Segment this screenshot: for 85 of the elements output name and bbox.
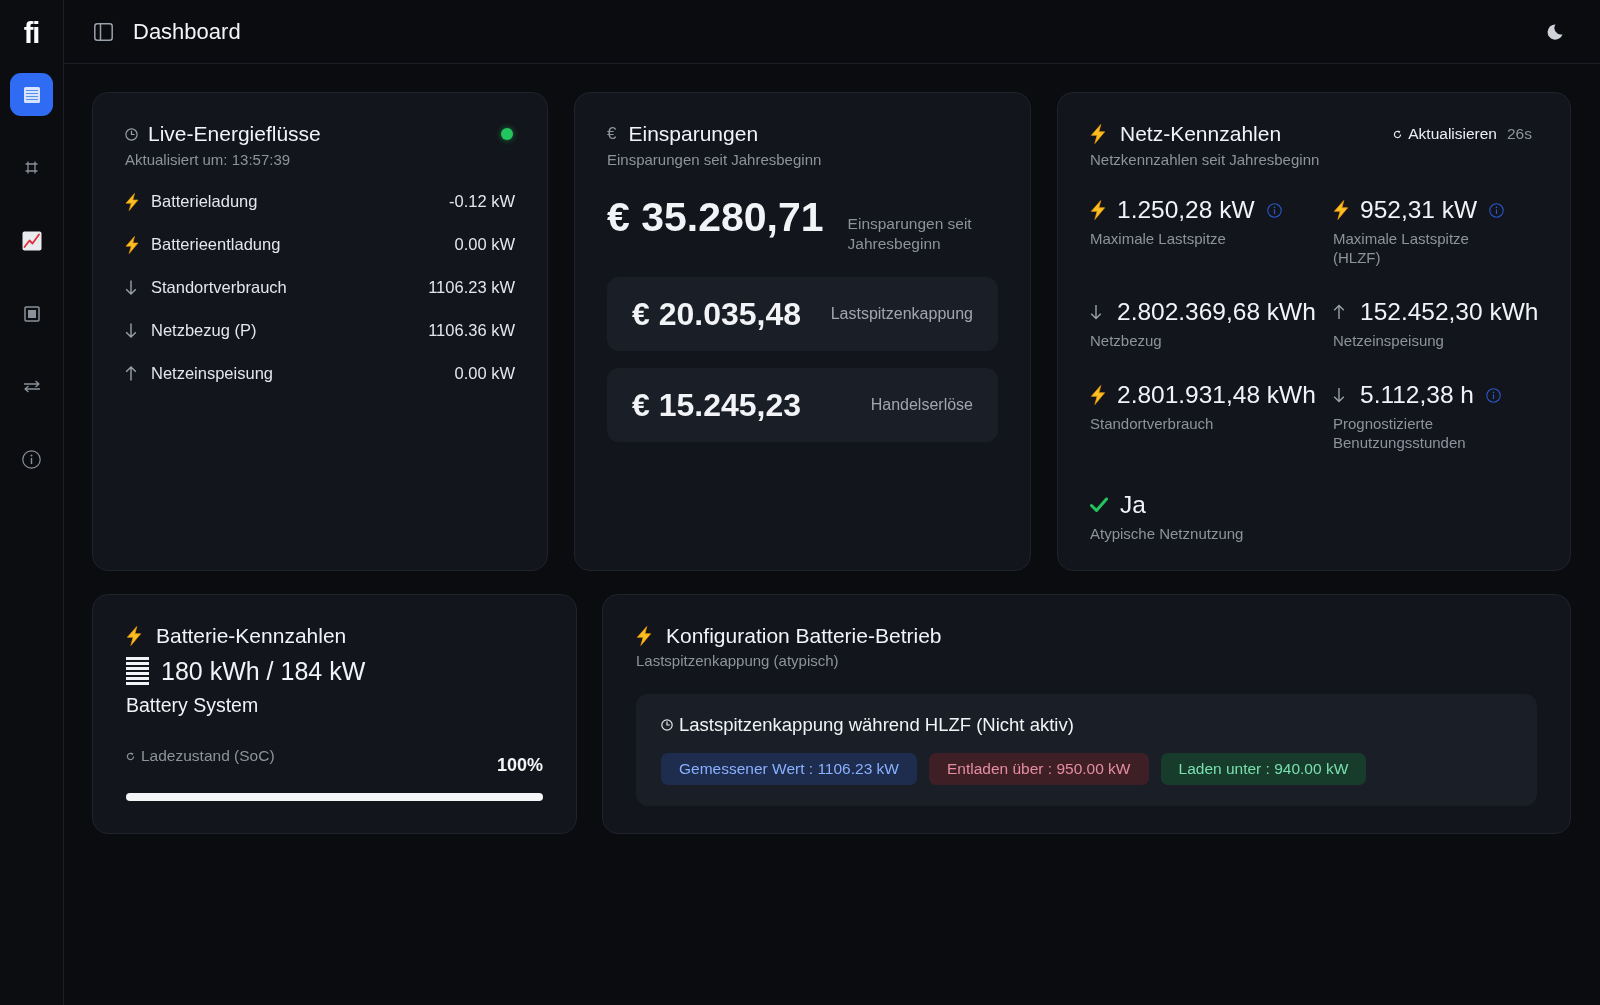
card-title: Live-Energieflüsse [148,121,321,147]
list-icon [22,85,41,104]
refresh-icon [126,751,135,761]
card-subtitle: Aktualisiert um: 13:57:39 [125,150,292,170]
lightning-icon [126,626,142,646]
clock-icon [661,719,673,731]
lightning-icon [1090,200,1106,220]
card-title: Netz-Kennzahlen [1120,121,1282,147]
metric-label: Standortverbrauch [1090,414,1215,433]
countdown-text: 26s [1507,125,1532,143]
soc-label: Ladezustand (SoC) [141,746,275,766]
savings-total: € 35.280,71 [607,193,824,241]
card-subtitle: Einsparungen seit Jahresbeginn [607,150,823,170]
sidebar-toggle-button[interactable] [94,22,113,41]
nav-item[interactable] [10,73,53,116]
arrow-up-icon [1333,304,1345,320]
chart-icon [21,230,42,251]
flow-label: Batterieentladung [151,235,281,254]
metric-value: 1.250,28 kW [1117,195,1255,225]
threshold-tag: Entladen über : 950.00 kW [928,753,1149,785]
metric-value: Ja [1120,490,1146,520]
soc-reading: 100% [496,754,543,776]
info-icon[interactable] [1486,387,1501,403]
card-subtitle: Netzkennzahlen seit Jahresbeginn [1090,150,1321,170]
savings-label: Lastspitzenkappung [830,305,973,323]
theme-toggle-button[interactable] [1546,23,1563,40]
flow-value: 1106.23 kW [428,278,515,297]
savings-amount: € 15.245,23 [632,386,802,424]
lightning-icon [1090,385,1106,405]
metric-label: Netzbezug [1090,331,1163,350]
card-title: Batterie-Kennzahlen [156,623,347,649]
info-icon[interactable] [1489,202,1505,218]
rule-title: Lastspitzenkappung während HLZF (Nicht aktiv) [679,714,1074,736]
metric-label: Atypische Netznutzung [1090,524,1245,543]
lightning-icon [1333,200,1349,220]
info-icon [22,450,41,469]
battery-system-name: Battery System [126,693,260,717]
flow-value: 0.00 kW [454,235,515,254]
arrow-down-icon [1090,304,1102,320]
refresh-icon [1393,129,1403,139]
lightning-icon [125,235,139,254]
card-title: Einsparungen [628,121,759,147]
lightning-icon [636,626,652,646]
metric-value: 2.802.369,68 kWh [1117,297,1316,327]
arrow-down-icon [1333,387,1345,403]
striped-block-icon [126,657,149,685]
swap-icon [22,380,41,393]
metric-value: 5.112,38 h [1360,380,1474,410]
panel-icon [94,22,113,41]
lightning-icon [125,192,139,211]
flow-label: Batterieladung [151,192,258,211]
grid-icon [25,161,38,174]
battery-capacity: 180 kWh / 184 kW [161,656,366,686]
info-icon[interactable] [1266,202,1282,218]
logo: fi [23,17,40,49]
metric-value: 152.452,30 kWh [1360,297,1539,327]
flow-label: Netzeinspeisung [151,364,273,383]
clock-icon [125,127,138,141]
flow-label: Standortverbrauch [151,278,287,297]
metric-label: Prognostizierte Benutzungsstunden [1333,414,1467,452]
lightning-icon [1090,124,1106,144]
flow-value: 1106.36 kW [428,321,515,340]
euro-symbol: € [607,124,617,144]
square-icon [23,305,40,322]
savings-amount: € 20.035,48 [632,295,802,333]
flow-label: Netzbezug (P) [151,321,257,340]
savings-label: Handelserlöse [870,396,973,414]
metric-value: 2.801.931,48 kWh [1117,380,1316,410]
metric-value: 952,31 kW [1360,195,1478,225]
card-subtitle: Lastspitzenkappung (atypisch) [636,651,840,671]
flow-value: -0.12 kW [448,192,515,211]
threshold-tag: Gemessener Wert : 1106.23 kW [661,753,917,785]
metric-label: Maximale Lastspitze [1090,229,1227,248]
threshold-tag: Laden unter : 940.00 kW [1160,753,1367,785]
arrow-down-icon [125,280,137,295]
arrow-up-icon [125,366,137,381]
moon-icon [1546,23,1563,40]
metric-label: Netzeinspeisung [1333,331,1445,350]
refresh-button[interactable]: Aktualisieren [1393,125,1497,143]
card-title: Konfiguration Batterie-Betrieb [666,623,942,649]
savings-total-label: Einsparungen seit Jahresbeginn [847,214,973,253]
metric-label: Maximale Lastspitze (HLZF) [1333,229,1470,267]
arrow-down-icon [125,323,137,338]
page-title: Dashboard [133,18,241,45]
flow-value: 0.00 kW [454,364,515,383]
